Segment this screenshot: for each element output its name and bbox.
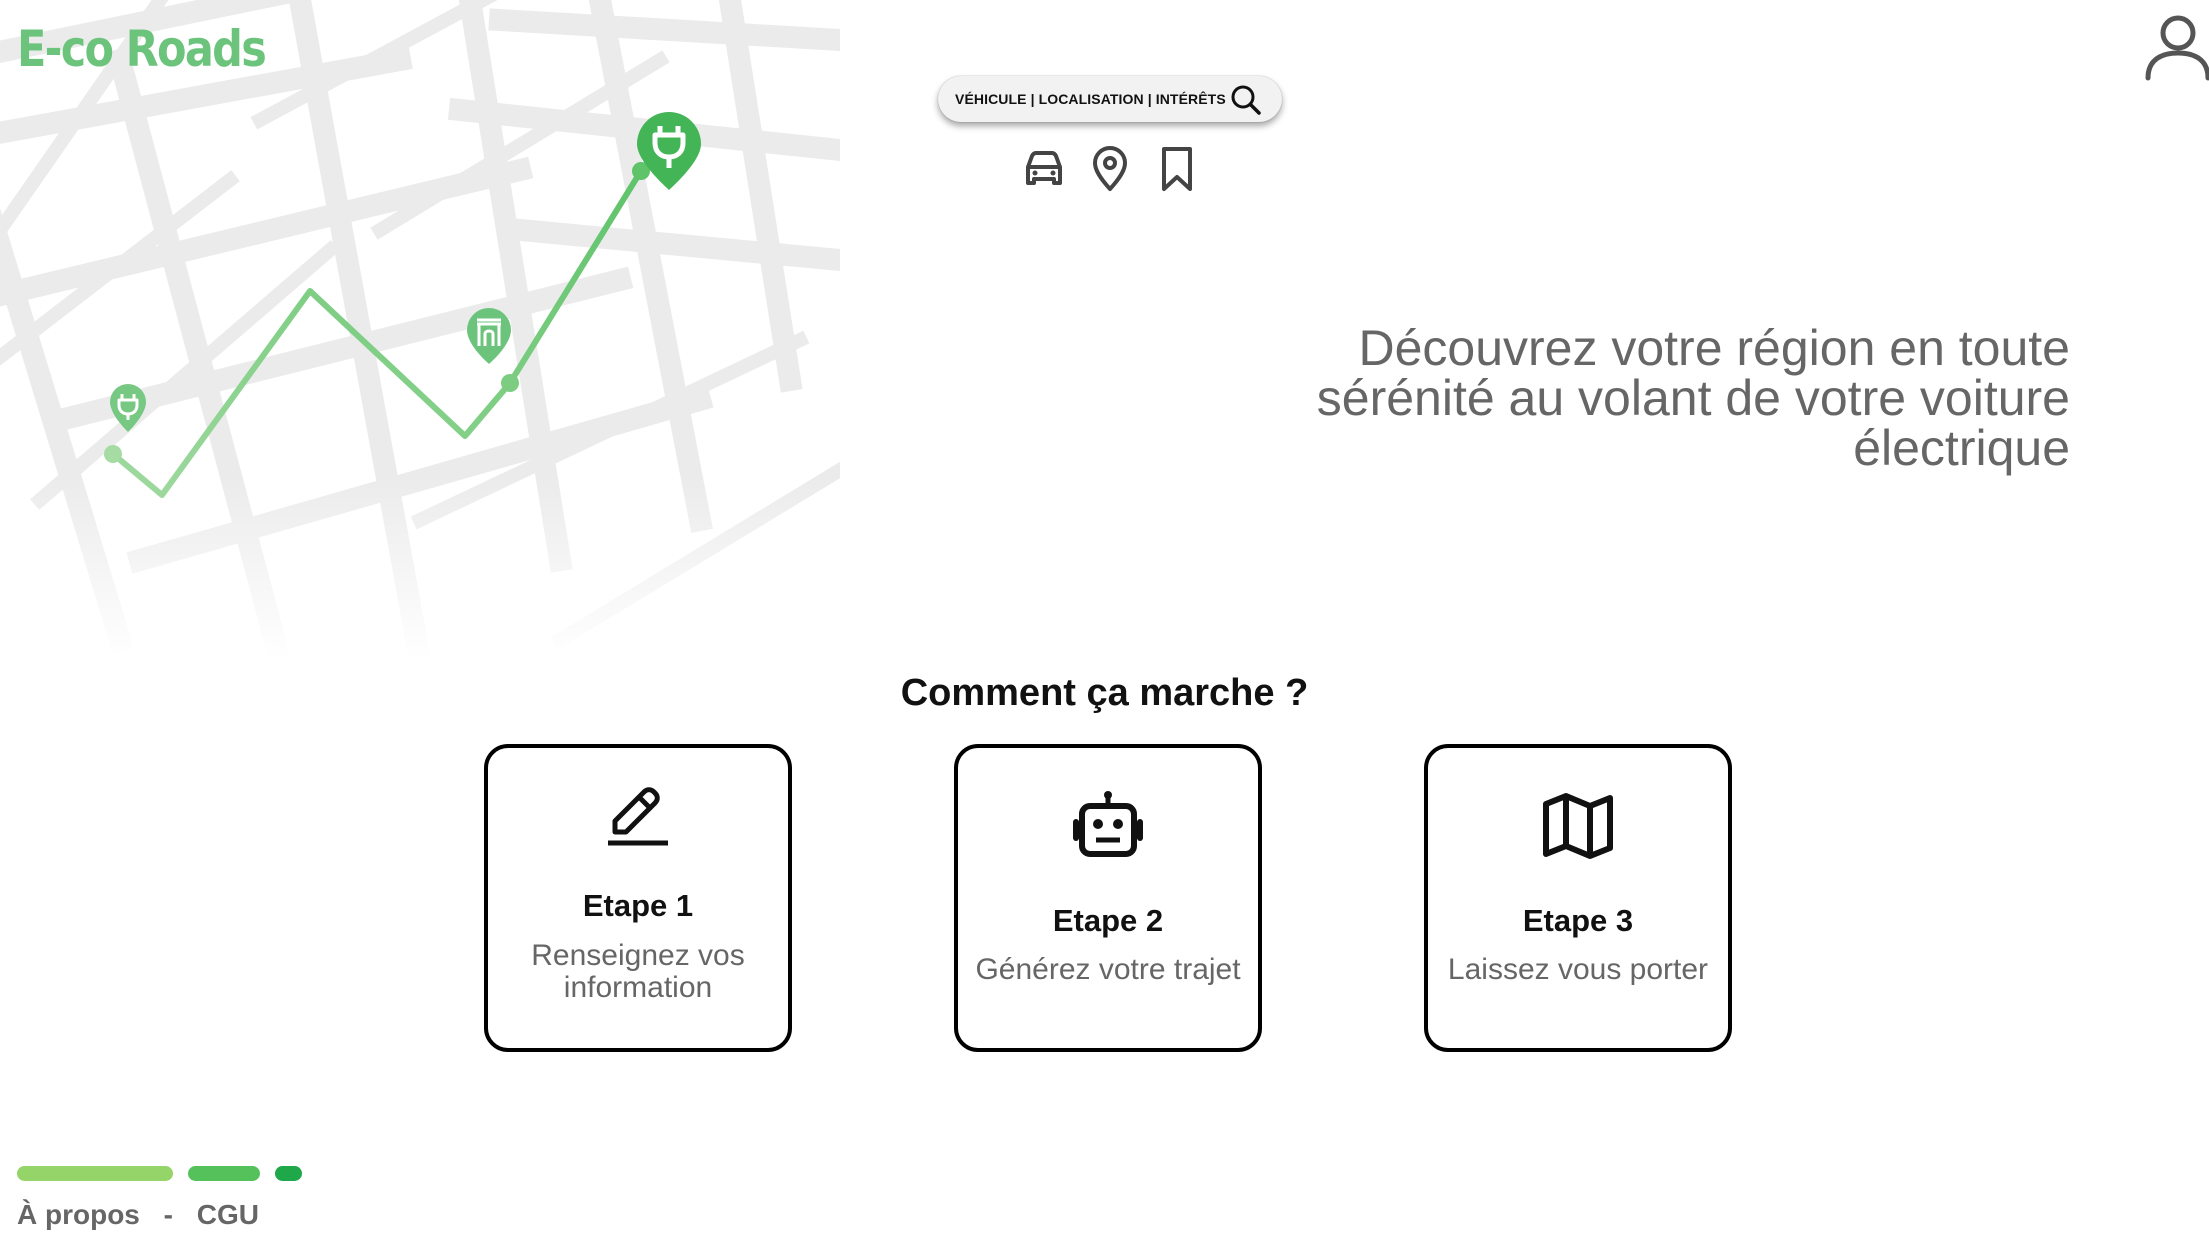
page-indicator-2[interactable] [188, 1166, 260, 1181]
pencil-icon [608, 787, 668, 846]
route-start-dot [104, 445, 122, 463]
step-card-1[interactable]: Etape 1 Renseignez vos information [484, 744, 792, 1052]
step-desc-line-1: Laissez vous porter [1447, 953, 1709, 986]
page-indicator-3[interactable] [275, 1166, 302, 1181]
user-icon[interactable] [2141, 8, 2209, 82]
step-title: Etape 1 [582, 888, 694, 923]
step-description: Laissez vous porter [1428, 954, 1728, 986]
car-icon[interactable] [1020, 145, 1068, 193]
step-desc-line-1: Renseignez vos [531, 939, 745, 972]
tagline-line-2: sérénité au volant de votre voiture [1316, 370, 2070, 426]
search-label: VÉHICULE | LOCALISATION | INTÉRÊTS [955, 91, 1226, 107]
step-description: Générez votre trajet [958, 954, 1258, 986]
app-logo[interactable]: E-co Roads [17, 20, 267, 78]
footer-separator: - [163, 1199, 173, 1230]
step-title: Etape 2 [1052, 903, 1164, 938]
hero-tagline: Découvrez votre région en toute sérénité… [1260, 323, 2070, 473]
step-description: Renseignez vos information [488, 940, 788, 1004]
about-link[interactable]: À propos [17, 1199, 140, 1230]
terms-link[interactable]: CGU [197, 1199, 259, 1230]
map-illustration [0, 0, 840, 660]
search-icon[interactable] [1230, 84, 1262, 116]
step-title: Etape 3 [1522, 903, 1634, 938]
bookmark-icon[interactable] [1153, 145, 1201, 193]
robot-icon [1073, 791, 1143, 857]
tagline-line-1: Découvrez votre région en toute [1358, 320, 2070, 376]
step-desc-line-1: Générez votre trajet [975, 953, 1241, 986]
footer-links: À propos - CGU [17, 1199, 275, 1231]
search-bar[interactable]: VÉHICULE | LOCALISATION | INTÉRÊTS [938, 76, 1282, 122]
page-indicator-1[interactable] [17, 1166, 173, 1181]
location-pin-icon[interactable] [1086, 145, 1134, 193]
map-icon [1543, 793, 1613, 859]
step-card-2[interactable]: Etape 2 Générez votre trajet [954, 744, 1262, 1052]
how-it-works-title: Comment ça marche ? [900, 672, 1309, 714]
step-card-3[interactable]: Etape 3 Laissez vous porter [1424, 744, 1732, 1052]
step-desc-line-2: information [563, 971, 713, 1004]
route-waypoint-dot [501, 374, 519, 392]
tagline-line-3: électrique [1853, 420, 2070, 476]
